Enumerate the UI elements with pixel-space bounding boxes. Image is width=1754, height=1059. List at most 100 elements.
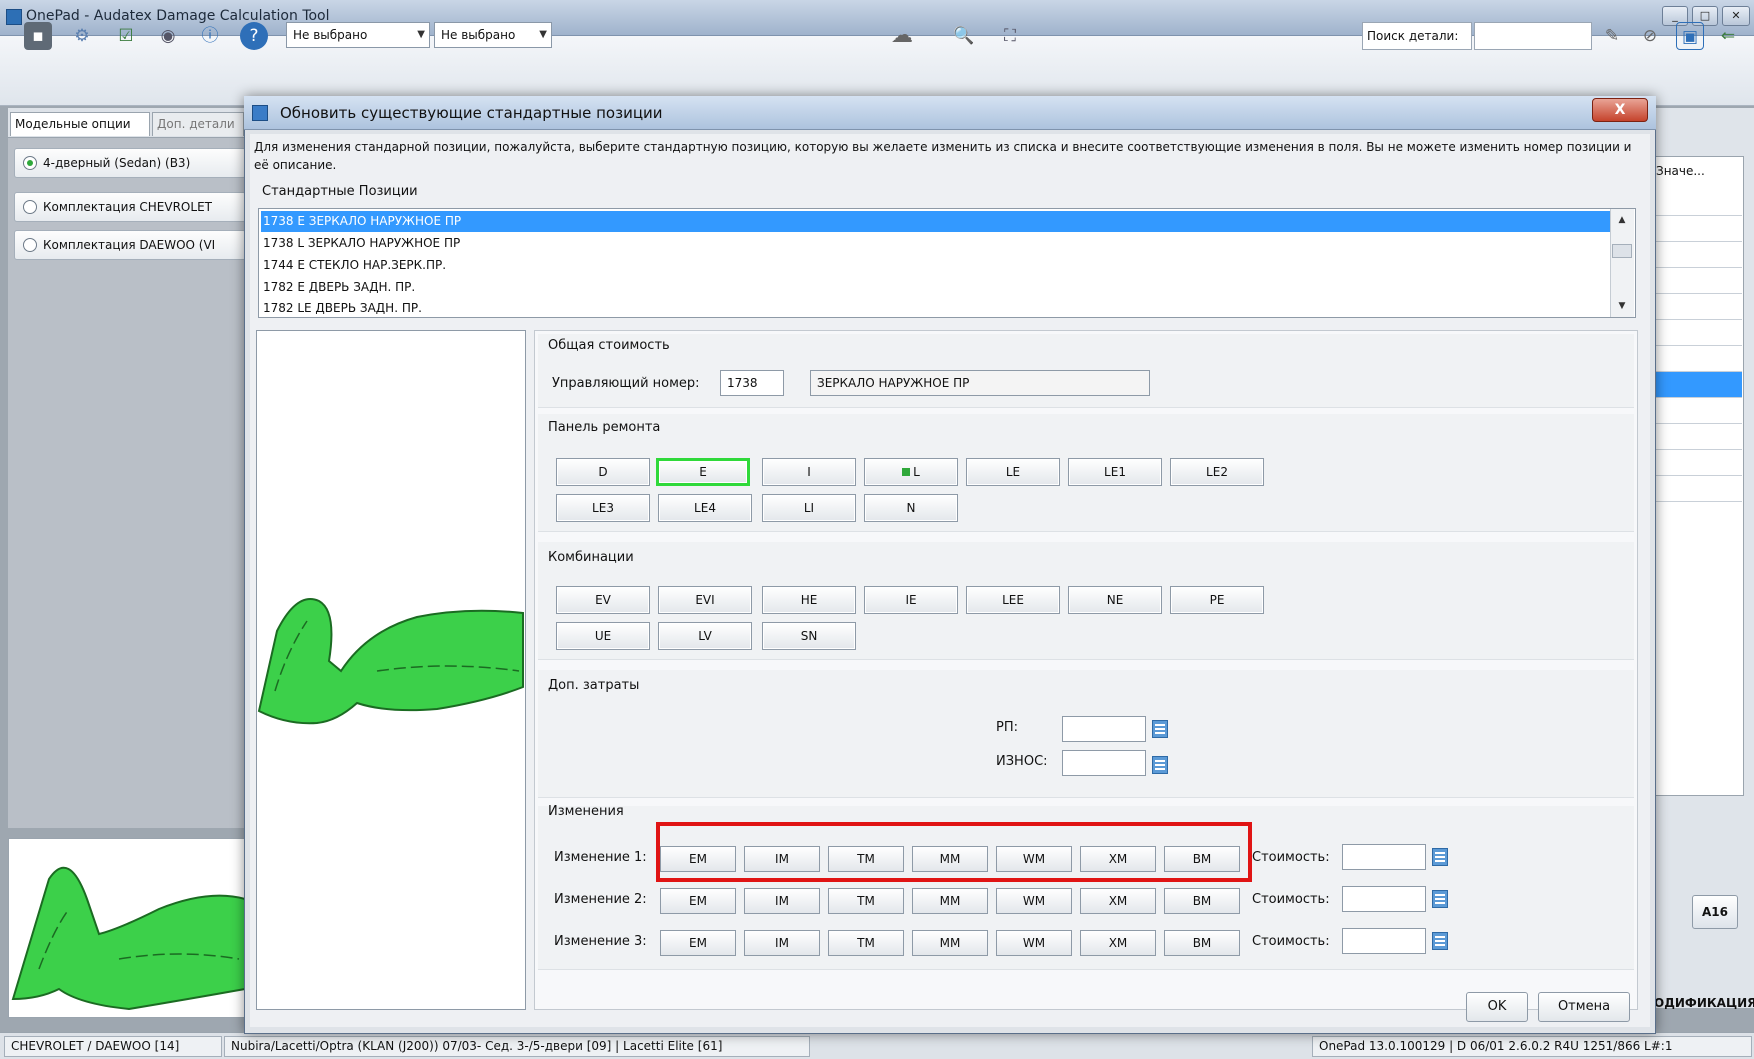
radio-icon xyxy=(23,156,37,170)
change-3-button-MM[interactable]: MM xyxy=(912,930,988,956)
scroll-thumb[interactable] xyxy=(1612,244,1632,258)
change-3-button-WM[interactable]: WM xyxy=(996,930,1072,956)
change-2-button-MM[interactable]: MM xyxy=(912,888,988,914)
cancel-button[interactable]: Отмена xyxy=(1538,992,1630,1022)
combination-button-NE[interactable]: NE xyxy=(1068,586,1162,614)
repair-button-LE1[interactable]: LE1 xyxy=(1068,458,1162,486)
control-number-label: Управляющий номер: xyxy=(552,376,700,391)
list-item[interactable] xyxy=(1650,424,1742,450)
rp-input[interactable] xyxy=(1062,716,1146,742)
scroll-up-icon[interactable]: ▲ xyxy=(1612,211,1632,229)
change-3-button-IM[interactable]: IM xyxy=(744,930,820,956)
change-2-cost-input[interactable] xyxy=(1342,886,1426,912)
info-icon[interactable]: ⓘ xyxy=(196,22,224,50)
repair-button-N[interactable]: N xyxy=(864,494,958,522)
list-item[interactable] xyxy=(1650,294,1742,320)
repair-button-LE4[interactable]: LE4 xyxy=(658,494,752,522)
option-body-sedan[interactable]: 4-дверный (Sedan) (B3) xyxy=(14,148,246,178)
ok-button[interactable]: OK xyxy=(1466,992,1528,1022)
change-2-label: Изменение 2: xyxy=(554,892,647,907)
list-item[interactable]: 1782 LE ДВЕРЬ ЗАДН. ПР. xyxy=(261,298,1611,317)
list-item[interactable] xyxy=(1650,346,1742,372)
list-item[interactable]: 1744 E СТЕКЛО НАР.ЗЕРК.ПР. xyxy=(261,255,1611,276)
change-3-button-EM[interactable]: EM xyxy=(660,930,736,956)
change-1-cost-input[interactable] xyxy=(1342,844,1426,870)
dialog-title: Обновить существующие стандартные позици… xyxy=(280,104,663,122)
list-item[interactable] xyxy=(1650,190,1742,216)
repair-button-LE2[interactable]: LE2 xyxy=(1170,458,1264,486)
calculator-icon[interactable] xyxy=(1432,890,1448,908)
zoom-icon[interactable]: 🔍 xyxy=(950,22,978,50)
list-item[interactable]: 1738 L ЗЕРКАЛО НАРУЖНОЕ ПР xyxy=(261,233,1611,254)
save-icon[interactable]: ▪ xyxy=(24,22,52,50)
search-input[interactable] xyxy=(1474,22,1592,50)
change-1-cost-label: Стоимость: xyxy=(1252,850,1330,865)
export-icon[interactable]: ⇐ xyxy=(1714,22,1742,50)
list-item[interactable] xyxy=(1650,476,1742,502)
wear-input[interactable] xyxy=(1062,750,1146,776)
option-trim-chevrolet[interactable]: Комплектация CHEVROLET xyxy=(14,192,246,222)
filter-select-1[interactable]: Не выбрано ▼ xyxy=(286,22,430,48)
change-2-cost-label: Стоимость: xyxy=(1252,892,1330,907)
combination-button-IE[interactable]: IE xyxy=(864,586,958,614)
repair-button-D[interactable]: D xyxy=(556,458,650,486)
clear-search-icon[interactable]: ⊘ xyxy=(1636,22,1664,50)
window-icon[interactable]: ▣ xyxy=(1676,22,1704,50)
combination-button-HE[interactable]: HE xyxy=(762,586,856,614)
repair-button-LE[interactable]: LE xyxy=(966,458,1060,486)
repair-button-LI[interactable]: LI xyxy=(762,494,856,522)
tab-extra-parts[interactable]: Доп. детали xyxy=(152,112,244,136)
change-2-button-IM[interactable]: IM xyxy=(744,888,820,914)
fit-icon[interactable]: ⛶ xyxy=(996,22,1024,50)
combination-button-EV[interactable]: EV xyxy=(556,586,650,614)
calculator-icon[interactable] xyxy=(1152,720,1168,738)
eye-icon[interactable]: ◉ xyxy=(154,22,182,50)
change-2-button-EM[interactable]: EM xyxy=(660,888,736,914)
combination-button-EVI[interactable]: EVI xyxy=(658,586,752,614)
calculator-icon[interactable] xyxy=(1432,932,1448,950)
combination-button-PE[interactable]: PE xyxy=(1170,586,1264,614)
settings-icon[interactable]: ⚙ xyxy=(68,22,96,50)
repair-panel-heading: Панель ремонта xyxy=(548,420,661,435)
calculator-icon[interactable] xyxy=(1432,848,1448,866)
list-item[interactable] xyxy=(1650,242,1742,268)
change-3-button-TM[interactable]: TM xyxy=(828,930,904,956)
change-2-button-WM[interactable]: WM xyxy=(996,888,1072,914)
list-item[interactable]: 1738 E ЗЕРКАЛО НАРУЖНОЕ ПР xyxy=(261,211,1611,232)
filter-select-2[interactable]: Не выбрано ▼ xyxy=(434,22,552,48)
change-3-cost-input[interactable] xyxy=(1342,928,1426,954)
repair-button-E[interactable]: E xyxy=(656,458,750,486)
tab-model-options[interactable]: Модельные опции xyxy=(10,112,150,136)
annotation-highlight-box xyxy=(656,822,1252,882)
combination-button-UE[interactable]: UE xyxy=(556,622,650,650)
option-trim-daewoo[interactable]: Комплектация DAEWOO (VI xyxy=(14,230,246,260)
search-icon[interactable]: ✎ xyxy=(1598,22,1626,50)
list-item[interactable] xyxy=(1650,398,1742,424)
list-item[interactable]: 1782 E ДВЕРЬ ЗАДН. ПР. xyxy=(261,277,1611,298)
combination-button-LV[interactable]: LV xyxy=(658,622,752,650)
dialog-close-button[interactable]: X xyxy=(1592,98,1648,122)
checklist-icon[interactable]: ☑ xyxy=(112,22,140,50)
calculator-icon[interactable] xyxy=(1152,756,1168,774)
help-icon[interactable]: ? xyxy=(240,22,268,50)
list-item[interactable] xyxy=(1650,216,1742,242)
list-item[interactable] xyxy=(1650,450,1742,476)
list-item[interactable] xyxy=(1650,268,1742,294)
option-label: 4-дверный (Sedan) (B3) xyxy=(43,156,191,170)
car-icon[interactable]: ☁ xyxy=(888,22,916,50)
list-item-selected[interactable] xyxy=(1650,372,1742,398)
change-2-button-BM[interactable]: BM xyxy=(1164,888,1240,914)
combination-button-LEE[interactable]: LEE xyxy=(966,586,1060,614)
chevron-down-icon: ▼ xyxy=(539,29,547,40)
a16-button[interactable]: A16 xyxy=(1692,895,1738,929)
repair-button-L[interactable]: L xyxy=(864,458,958,486)
change-2-button-TM[interactable]: TM xyxy=(828,888,904,914)
change-3-button-XM[interactable]: XM xyxy=(1080,930,1156,956)
change-3-button-BM[interactable]: BM xyxy=(1164,930,1240,956)
list-item[interactable] xyxy=(1650,320,1742,346)
scroll-down-icon[interactable]: ▼ xyxy=(1612,297,1632,315)
repair-button-LE3[interactable]: LE3 xyxy=(556,494,650,522)
combination-button-SN[interactable]: SN xyxy=(762,622,856,650)
change-2-button-XM[interactable]: XM xyxy=(1080,888,1156,914)
repair-button-I[interactable]: I xyxy=(762,458,856,486)
